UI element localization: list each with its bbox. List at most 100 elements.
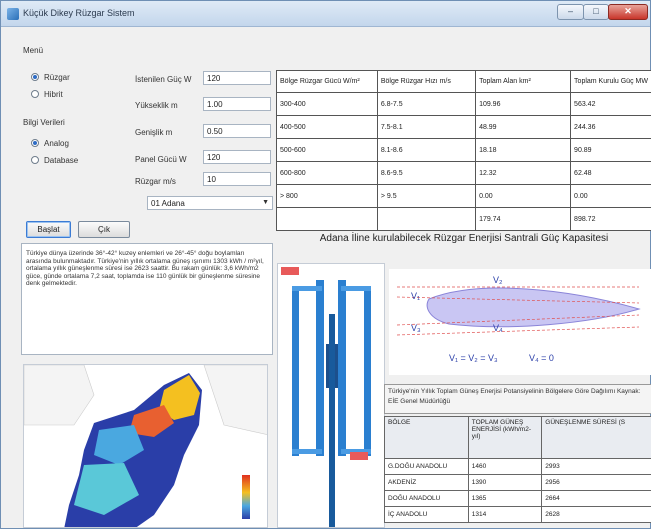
blade-right bbox=[364, 286, 371, 456]
table-total-row[interactable]: 179.74 898.72 bbox=[276, 207, 651, 231]
wind-power-table: Bölge Rüzgar Gücü W/m² Bölge Rüzgar Hızı… bbox=[276, 70, 651, 231]
map-svg bbox=[24, 365, 267, 527]
radiation-info: Türkiye'nin Yıllık Toplam Güneş Enerjisi… bbox=[384, 384, 651, 414]
table-row[interactable]: > 800 > 9.5 0.00 0.00 bbox=[276, 184, 651, 208]
city-select-value: 01 Adana bbox=[151, 199, 185, 208]
table-cell: 0.00 bbox=[570, 184, 651, 208]
table-cell: 179.74 bbox=[475, 207, 572, 231]
table-cell: 109.96 bbox=[475, 92, 572, 116]
strut-top-right bbox=[341, 286, 371, 291]
window-title: Küçük Dikey Rüzgar Sistem bbox=[23, 8, 135, 18]
radio-wind[interactable] bbox=[31, 73, 39, 81]
table-row[interactable]: 500-600 8.1-8.6 18.18 90.89 bbox=[276, 138, 651, 162]
power-label: İstenilen Güç W bbox=[135, 75, 192, 84]
app-icon bbox=[7, 8, 19, 20]
radio-analog[interactable] bbox=[31, 139, 39, 147]
height-label: Yükseklik m bbox=[135, 101, 178, 110]
vertical-turbine-image bbox=[277, 263, 385, 528]
bottom-marker bbox=[350, 452, 368, 460]
table-cell: 8.6-9.5 bbox=[376, 161, 477, 185]
column-header: TOPLAM GÜNEŞ ENERJİSİ (kWh/m2-yıl) bbox=[467, 416, 543, 459]
close-icon: ✕ bbox=[624, 6, 632, 16]
source-group-label: Bilgi Verileri bbox=[23, 118, 65, 127]
minimize-button[interactable]: – bbox=[557, 4, 584, 20]
app-window: Küçük Dikey Rüzgar Sistem – □ ✕ Menü Rüz… bbox=[0, 0, 651, 529]
table-cell: 62.48 bbox=[570, 161, 651, 185]
panel-power-field[interactable]: 120 bbox=[203, 150, 271, 164]
table-row[interactable]: 600-800 8.6-9.5 12.32 62.48 bbox=[276, 161, 651, 185]
top-marker bbox=[281, 267, 299, 275]
power-field[interactable]: 120 bbox=[203, 71, 271, 85]
radio-database[interactable] bbox=[31, 156, 39, 164]
table-cell: 0.00 bbox=[475, 184, 572, 208]
title-bar: Küçük Dikey Rüzgar Sistem – □ ✕ bbox=[1, 1, 650, 27]
table-row[interactable]: İÇ ANADOLU 1314 2628 bbox=[384, 506, 651, 523]
width-field[interactable]: 0.50 bbox=[203, 124, 271, 138]
table-cell: 2993 bbox=[541, 458, 651, 475]
table-cell: > 9.5 bbox=[376, 184, 477, 208]
radio-hybrid[interactable] bbox=[31, 90, 39, 98]
table-cell: 244.36 bbox=[570, 115, 651, 139]
v2-label: V₂ bbox=[493, 275, 503, 285]
close-button[interactable]: ✕ bbox=[608, 4, 648, 20]
minimize-icon: – bbox=[567, 6, 573, 16]
radiation-table: BÖLGE TOPLAM GÜNEŞ ENERJİSİ (kWh/m2-yıl)… bbox=[384, 416, 651, 523]
maximize-button[interactable]: □ bbox=[583, 4, 609, 20]
maximize-icon: □ bbox=[593, 6, 599, 16]
width-label: Genişlik m bbox=[135, 128, 173, 137]
mast bbox=[329, 314, 335, 527]
table-cell: 300-400 bbox=[276, 92, 378, 116]
table-header-row: Bölge Rüzgar Gücü W/m² Bölge Rüzgar Hızı… bbox=[276, 70, 651, 93]
blade-center-right bbox=[338, 280, 346, 456]
table-cell: 18.18 bbox=[475, 138, 572, 162]
table-row[interactable]: 300-400 6.8-7.5 109.96 563.42 bbox=[276, 92, 651, 116]
table-cell: 1460 bbox=[467, 458, 543, 475]
table-cell: 1365 bbox=[467, 490, 543, 507]
height-field[interactable]: 1.00 bbox=[203, 97, 271, 111]
blade-left bbox=[292, 286, 299, 456]
map-border bbox=[24, 365, 95, 426]
table-cell: 1314 bbox=[467, 506, 543, 523]
airfoil-svg: V₂ V₁ V₃ V₄ V₁ = V₂ = V₃ V₄ = 0 bbox=[396, 275, 641, 363]
map-border bbox=[203, 365, 267, 435]
turbine-illustration bbox=[281, 267, 371, 527]
table-row[interactable]: DOĞU ANADOLU 1365 2664 bbox=[384, 490, 651, 507]
flow-line bbox=[396, 326, 640, 336]
table-cell: DOĞU ANADOLU bbox=[384, 490, 469, 507]
panel-power-label: Panel Gücü W bbox=[135, 155, 187, 164]
table-row[interactable]: G.DOĞU ANADOLU 1460 2993 bbox=[384, 458, 651, 475]
table-row[interactable]: 400-500 7.5-8.1 48.99 244.36 bbox=[276, 115, 651, 139]
radio-database-label: Database bbox=[44, 156, 79, 165]
table-cell: İÇ ANADOLU bbox=[384, 506, 469, 523]
table-cell: 48.99 bbox=[475, 115, 572, 139]
v1-label: V₁ bbox=[411, 291, 420, 301]
table-cell bbox=[276, 207, 378, 231]
column-header: Bölge Rüzgar Gücü W/m² bbox=[276, 70, 378, 93]
table-row[interactable]: AKDENİZ 1390 2956 bbox=[384, 474, 651, 491]
strut-top-left bbox=[292, 286, 322, 291]
equation-right: V₄ = 0 bbox=[529, 353, 554, 363]
column-header: GÜNEŞLENME SÜRESİ (S bbox=[541, 416, 651, 459]
capacity-caption: Adana İline kurulabilecek Rüzgar Enerjis… bbox=[319, 233, 609, 244]
table-cell: 898.72 bbox=[570, 207, 651, 231]
table-cell: > 800 bbox=[276, 184, 378, 208]
table-cell bbox=[376, 207, 477, 231]
city-select[interactable]: 01 Adana ▼ bbox=[147, 196, 273, 210]
table-cell: AKDENİZ bbox=[384, 474, 469, 491]
map-legend bbox=[242, 475, 250, 519]
column-header: Toplam Kurulu Güç MW bbox=[570, 70, 651, 93]
table-cell: 90.89 bbox=[570, 138, 651, 162]
table-cell: 7.5-8.1 bbox=[376, 115, 477, 139]
start-button[interactable]: Başlat bbox=[26, 221, 71, 238]
menu-group-label: Menü bbox=[23, 46, 44, 55]
table-cell: 6.8-7.5 bbox=[376, 92, 477, 116]
table-cell: 500-600 bbox=[276, 138, 378, 162]
exit-button[interactable]: Çık bbox=[78, 221, 130, 238]
description-textarea[interactable]: Türkiye dünya üzerinde 36°-42° kuzey enl… bbox=[21, 243, 273, 355]
wind-speed-field[interactable]: 10 bbox=[203, 172, 271, 186]
v3-label: V₃ bbox=[411, 323, 421, 333]
table-cell: 563.42 bbox=[570, 92, 651, 116]
equation-left: V₁ = V₂ = V₃ bbox=[449, 353, 498, 363]
column-header: Toplam Alan km² bbox=[475, 70, 572, 93]
table-cell: 1390 bbox=[467, 474, 543, 491]
